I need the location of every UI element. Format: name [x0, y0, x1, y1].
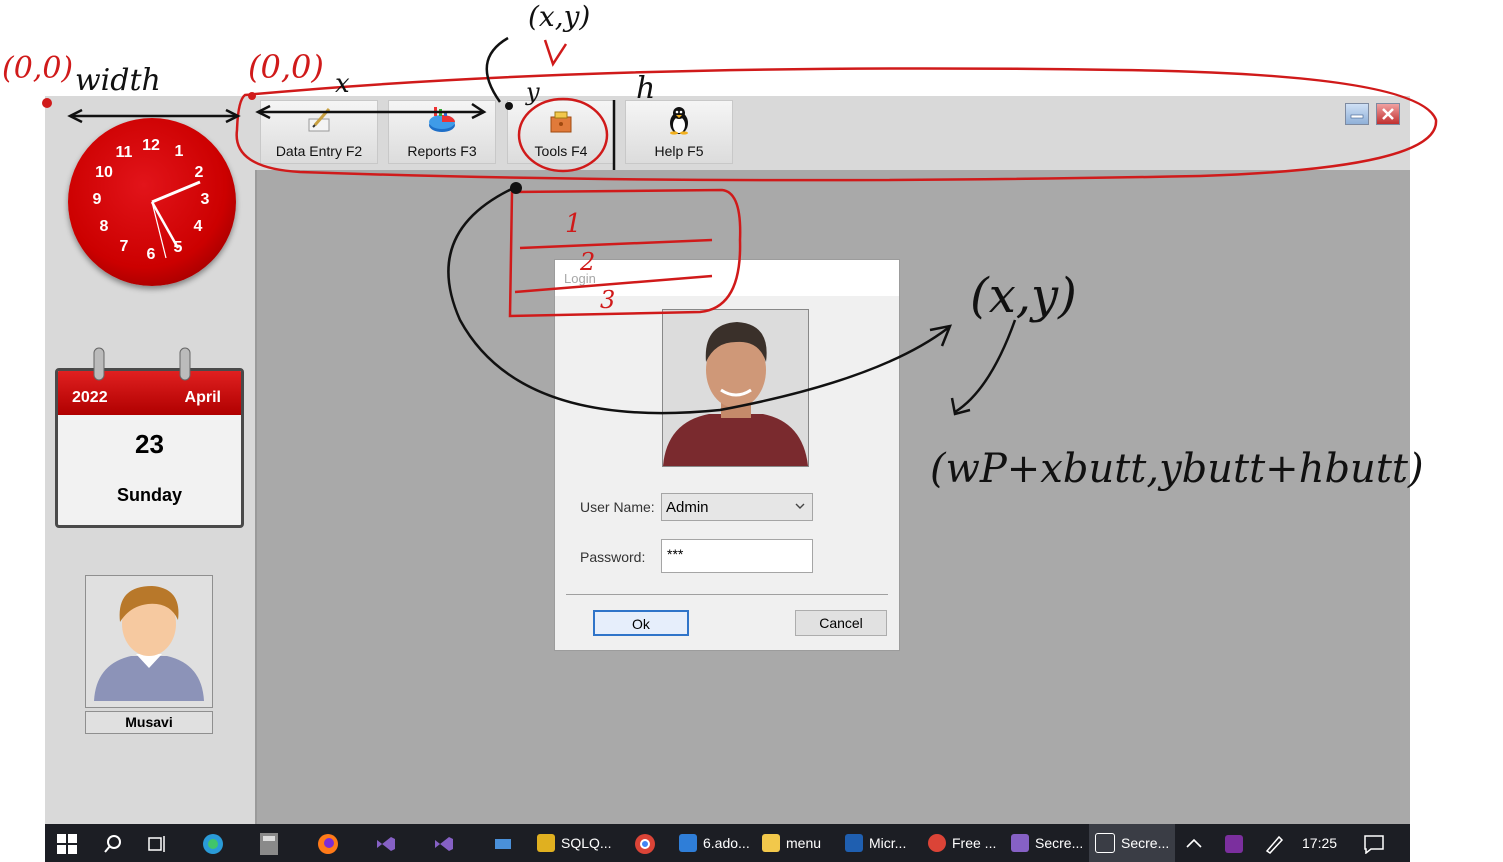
chevron-down-icon[interactable] [794, 499, 806, 513]
app-icon[interactable] [492, 833, 514, 855]
calendar-rings [93, 347, 191, 381]
chevron-up-icon[interactable] [1185, 836, 1203, 850]
visual-studio-icon-3 [1011, 834, 1029, 852]
pen-edit-icon [308, 108, 331, 132]
teams-icon[interactable] [1223, 833, 1245, 855]
calendar-widget: 2022 April 23 Sunday [55, 368, 244, 528]
taskbar-clock: 17:25 [1302, 835, 1338, 851]
password-input[interactable]: *** [661, 539, 813, 573]
tools-label: Tools F4 [534, 143, 588, 159]
visual-studio-icon[interactable] [375, 833, 397, 855]
login-dialog: Login User Name: Admin Password: *** Ok … [554, 259, 900, 651]
window-icon [1095, 833, 1115, 853]
minimize-icon [1350, 114, 1364, 119]
penguin-icon [670, 107, 688, 135]
app-window-icon [845, 834, 863, 852]
annot-xy-top: (x,y) [528, 0, 590, 33]
dialog-title: Login [564, 271, 596, 286]
help-label: Help F5 [654, 143, 704, 159]
folder-icon [762, 834, 780, 852]
cancel-button[interactable]: Cancel [795, 610, 887, 636]
close-button[interactable] [1376, 103, 1400, 125]
windows-start-icon[interactable] [57, 834, 77, 854]
username-label: User Name: [580, 499, 655, 515]
pen-icon[interactable] [1263, 833, 1285, 855]
calculator-icon[interactable] [260, 833, 278, 855]
taskbar-item-photos[interactable]: 6.ado... [679, 824, 750, 862]
sql-icon [537, 834, 555, 852]
visual-studio-icon-2[interactable] [433, 833, 455, 855]
chrome-icon[interactable] [634, 833, 656, 855]
clock-hands [150, 180, 201, 259]
annot-origin-left: (0,0) [2, 51, 73, 86]
taskbar-item-secre[interactable]: Secre... [1011, 824, 1083, 862]
annot-origin-toolbar: (0,0) [248, 48, 324, 86]
user-photo-image [663, 310, 808, 466]
tools-button[interactable]: Tools F4 [507, 100, 615, 164]
calendar-weekday: Sunday [116, 485, 182, 505]
taskbar-item-sqlq[interactable]: SQLQ... [537, 824, 612, 862]
taskbar: SQLQ... 6.ado... menu Micr... Free ... S… [45, 824, 1410, 862]
taskbar-item-label: SQLQ... [561, 835, 612, 851]
data-entry-label: Data Entry F2 [275, 143, 363, 159]
taskbar-item-label: Free ... [952, 835, 997, 851]
reports-label: Reports F3 [407, 143, 477, 159]
taskbar-item-label: Secre... [1035, 835, 1084, 851]
username-combo[interactable]: Admin [661, 493, 813, 521]
photos-icon [679, 834, 697, 852]
calendar-year: 2022 [72, 389, 108, 406]
annot-width: width [75, 63, 161, 98]
search-icon[interactable] [103, 834, 123, 854]
taskbar-item-label: 6.ado... [703, 835, 750, 851]
taskbar-item-label: Secre... [1121, 835, 1170, 851]
taskbar-item-free[interactable]: Free ... [928, 824, 996, 862]
password-label: Password: [580, 549, 646, 565]
task-view-icon[interactable] [147, 834, 167, 854]
taskbar-item-label: menu [786, 835, 822, 851]
help-button[interactable]: Help F5 [625, 100, 733, 164]
user-name-label: Musavi [85, 711, 213, 734]
firefox-icon[interactable] [317, 833, 339, 855]
user-photo [662, 309, 809, 467]
minimize-button[interactable] [1345, 103, 1369, 125]
calendar-day: 23 [135, 429, 164, 459]
pie-chart-icon [429, 107, 455, 132]
analog-clock: 1 2 3 4 5 6 7 8 9 10 11 12 [68, 118, 236, 286]
reports-button[interactable]: Reports F3 [388, 100, 496, 164]
toolbox-icon [550, 111, 572, 133]
close-icon [1382, 108, 1394, 120]
taskbar-item-secre-active[interactable]: Secre... [1089, 824, 1176, 862]
username-value: Admin [666, 499, 709, 516]
dialog-titlebar: Login [555, 260, 899, 296]
edge-icon[interactable] [202, 833, 224, 855]
annot-x: x [335, 69, 350, 99]
calendar-month: April [184, 389, 221, 406]
user-avatar-icon [94, 586, 204, 701]
notification-icon[interactable] [1363, 834, 1385, 854]
dialog-separator [566, 594, 888, 595]
taskbar-item-menu[interactable]: menu [762, 824, 821, 862]
ok-button[interactable]: Ok [593, 610, 689, 636]
taskbar-item-label: Micr... [869, 835, 907, 851]
data-entry-button[interactable]: Data Entry F2 [260, 100, 378, 164]
chrome-icon-2 [928, 834, 946, 852]
user-avatar [85, 575, 213, 708]
taskbar-item-micr[interactable]: Micr... [845, 824, 906, 862]
